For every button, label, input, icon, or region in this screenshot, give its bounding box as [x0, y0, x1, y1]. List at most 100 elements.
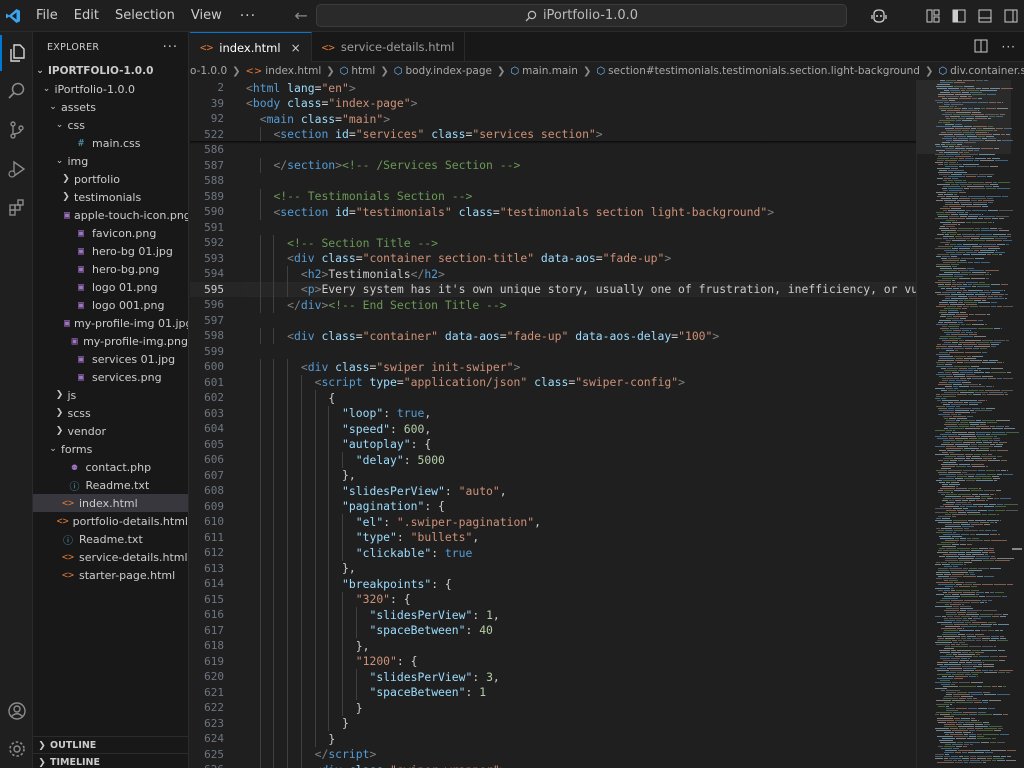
- code-line[interactable]: 623}: [190, 715, 916, 731]
- code-line[interactable]: 590 <section id="testimonials" class="tes…: [190, 204, 916, 220]
- tree-file[interactable]: ⓘ Readme.txt: [33, 530, 188, 548]
- tree-file[interactable]: ▣ favicon.png: [33, 224, 188, 242]
- breadcrumb-item[interactable]: o-1.0.0: [190, 65, 227, 77]
- run-debug-icon[interactable]: [0, 151, 33, 187]
- tree-file[interactable]: ▣ services.png: [33, 368, 188, 386]
- code-line[interactable]: 624}: [190, 731, 916, 747]
- code-line[interactable]: 594 <h2>Testimonials</h2>: [190, 266, 916, 282]
- tree-file[interactable]: ⚉ contact.php: [33, 458, 188, 476]
- tree-file[interactable]: ▣ logo 001.png: [33, 296, 188, 314]
- code-line[interactable]: 592 <!-- Section Title -->: [190, 235, 916, 251]
- code-line[interactable]: 2 <html lang="en">: [190, 80, 916, 96]
- tree-file[interactable]: ▣ my-profile-img.png: [33, 332, 188, 350]
- breadcrumb-item[interactable]: <> index.html: [246, 65, 322, 77]
- explorer-more-button[interactable]: ···: [163, 40, 178, 55]
- code-line[interactable]: 619 "1200": {: [190, 653, 916, 669]
- code-line[interactable]: 586: [190, 142, 916, 158]
- tree-folder[interactable]: ❯ portfolio: [33, 170, 188, 188]
- close-tab-icon[interactable]: ×: [291, 41, 301, 55]
- breadcrumb-item[interactable]: ⬡ main.main: [510, 65, 578, 77]
- code-line[interactable]: 602 {: [190, 390, 916, 406]
- code-line[interactable]: 593 <div class="container section-title" …: [190, 250, 916, 266]
- code-line[interactable]: 589 <!-- Testimonials Section -->: [190, 188, 916, 204]
- code-line[interactable]: 587 </section><!-- /Services Section -->: [190, 157, 916, 173]
- code-line[interactable]: 616 "slidesPerView": 1,: [190, 607, 916, 623]
- breadcrumb-item[interactable]: ⬡ body.index-page: [394, 65, 492, 77]
- code-line[interactable]: 596 </div><!-- End Section Title -->: [190, 297, 916, 313]
- code-line[interactable]: 613},: [190, 560, 916, 576]
- copilot-icon[interactable]: [866, 3, 892, 29]
- tree-folder[interactable]: ❯ vendor: [33, 422, 188, 440]
- tree-folder[interactable]: ❯ js: [33, 386, 188, 404]
- code-line[interactable]: 598 <div class="container" data-aos="fade…: [190, 328, 916, 344]
- menu-view[interactable]: View: [183, 0, 230, 32]
- code-line[interactable]: 599: [190, 344, 916, 360]
- accounts-icon[interactable]: [0, 693, 33, 729]
- code-line[interactable]: 617 "spaceBetween": 40: [190, 622, 916, 638]
- code-line[interactable]: 620 "slidesPerView": 3,: [190, 669, 916, 685]
- tree-folder[interactable]: ⌄ iPortfolio-1.0.0: [33, 80, 188, 98]
- back-arrow-icon[interactable]: ←: [288, 6, 314, 25]
- code-line[interactable]: 625 </script>: [190, 746, 916, 762]
- source-control-icon[interactable]: [0, 112, 33, 148]
- code-line[interactable]: 606 "delay": 5000: [190, 452, 916, 468]
- code-line[interactable]: 522 <section id="services" class="service…: [190, 126, 916, 142]
- tree-folder[interactable]: ⌄ assets: [33, 98, 188, 116]
- breadcrumb-item[interactable]: ⬡ html: [340, 65, 376, 77]
- tree-file[interactable]: <> portfolio-details.html: [33, 512, 188, 530]
- workspace-root[interactable]: ⌄ IPORTFOLIO-1.0.0: [33, 62, 188, 80]
- search-view-icon[interactable]: [0, 73, 33, 109]
- code-line[interactable]: 622}: [190, 700, 916, 716]
- code-line[interactable]: 615 "320": {: [190, 591, 916, 607]
- more-menus-button[interactable]: ···: [230, 8, 266, 24]
- tree-folder[interactable]: ❯ testimonials: [33, 188, 188, 206]
- tab-index-html[interactable]: <> index.html ×: [190, 32, 312, 62]
- toggle-primary-sidebar-icon[interactable]: [946, 3, 972, 29]
- tree-file[interactable]: <> index.html: [33, 494, 188, 512]
- code-line[interactable]: 588: [190, 173, 916, 189]
- outline-section[interactable]: ❯ OUTLINE: [33, 736, 189, 754]
- code-line[interactable]: 603 "loop": true,: [190, 405, 916, 421]
- tree-file[interactable]: <> service-details.html: [33, 548, 188, 566]
- tree-file[interactable]: <> starter-page.html: [33, 566, 188, 584]
- breadcrumb-item[interactable]: ⬡ section#testimonials.testimonials.secti…: [596, 65, 920, 77]
- code-line[interactable]: 600 <div class="swiper init-swiper">: [190, 359, 916, 375]
- code-line[interactable]: 608 "slidesPerView": "auto",: [190, 483, 916, 499]
- tree-folder[interactable]: ⌄ forms: [33, 440, 188, 458]
- code-line[interactable]: 605 "autoplay": {: [190, 436, 916, 452]
- code-line[interactable]: 92 <main class="main">: [190, 111, 916, 127]
- code-line[interactable]: 591: [190, 220, 916, 236]
- tree-folder[interactable]: ❯ scss: [33, 404, 188, 422]
- tree-file[interactable]: ▣ hero-bg 01.jpg: [33, 242, 188, 260]
- tree-file[interactable]: ▣ hero-bg.png: [33, 260, 188, 278]
- manage-gear-icon[interactable]: [0, 731, 33, 767]
- tree-file[interactable]: ⓘ Readme.txt: [33, 476, 188, 494]
- code-line[interactable]: 626 <div class="swiper-wrapper">: [190, 762, 916, 768]
- tree-folder[interactable]: ⌄ css: [33, 116, 188, 134]
- code-line[interactable]: 610 "el": ".swiper-pagination",: [190, 514, 916, 530]
- tree-file[interactable]: ▣ services 01.jpg: [33, 350, 188, 368]
- tree-file[interactable]: ▣ my-profile-img 01.jpg: [33, 314, 188, 332]
- menu-file[interactable]: File: [28, 0, 66, 32]
- tree-file[interactable]: # main.css: [33, 134, 188, 152]
- explorer-icon[interactable]: [0, 35, 33, 71]
- toggle-secondary-sidebar-icon[interactable]: [998, 3, 1024, 29]
- code-line[interactable]: 609 "pagination": {: [190, 498, 916, 514]
- menu-selection[interactable]: Selection: [107, 0, 183, 32]
- minimap[interactable]: [916, 80, 1024, 768]
- code-line[interactable]: 621 "spaceBetween": 1: [190, 684, 916, 700]
- split-editor-icon[interactable]: [974, 39, 988, 56]
- timeline-section[interactable]: ❯ TIMELINE: [33, 753, 189, 768]
- code-line[interactable]: 39 <body class="index-page">: [190, 96, 916, 112]
- customize-layout-icon[interactable]: [920, 3, 946, 29]
- code-line[interactable]: 618},: [190, 638, 916, 654]
- code-line[interactable]: 607},: [190, 467, 916, 483]
- tree-file[interactable]: ▣ logo 01.png: [33, 278, 188, 296]
- code-line[interactable]: 612 "clickable": true: [190, 545, 916, 561]
- code-line[interactable]: 611 "type": "bullets",: [190, 529, 916, 545]
- tree-folder[interactable]: ⌄ img: [33, 152, 188, 170]
- more-actions-icon[interactable]: ···: [1002, 40, 1016, 54]
- code-line[interactable]: 597: [190, 313, 916, 329]
- command-center-search[interactable]: iPortfolio-1.0.0: [316, 4, 847, 27]
- menu-edit[interactable]: Edit: [66, 0, 107, 32]
